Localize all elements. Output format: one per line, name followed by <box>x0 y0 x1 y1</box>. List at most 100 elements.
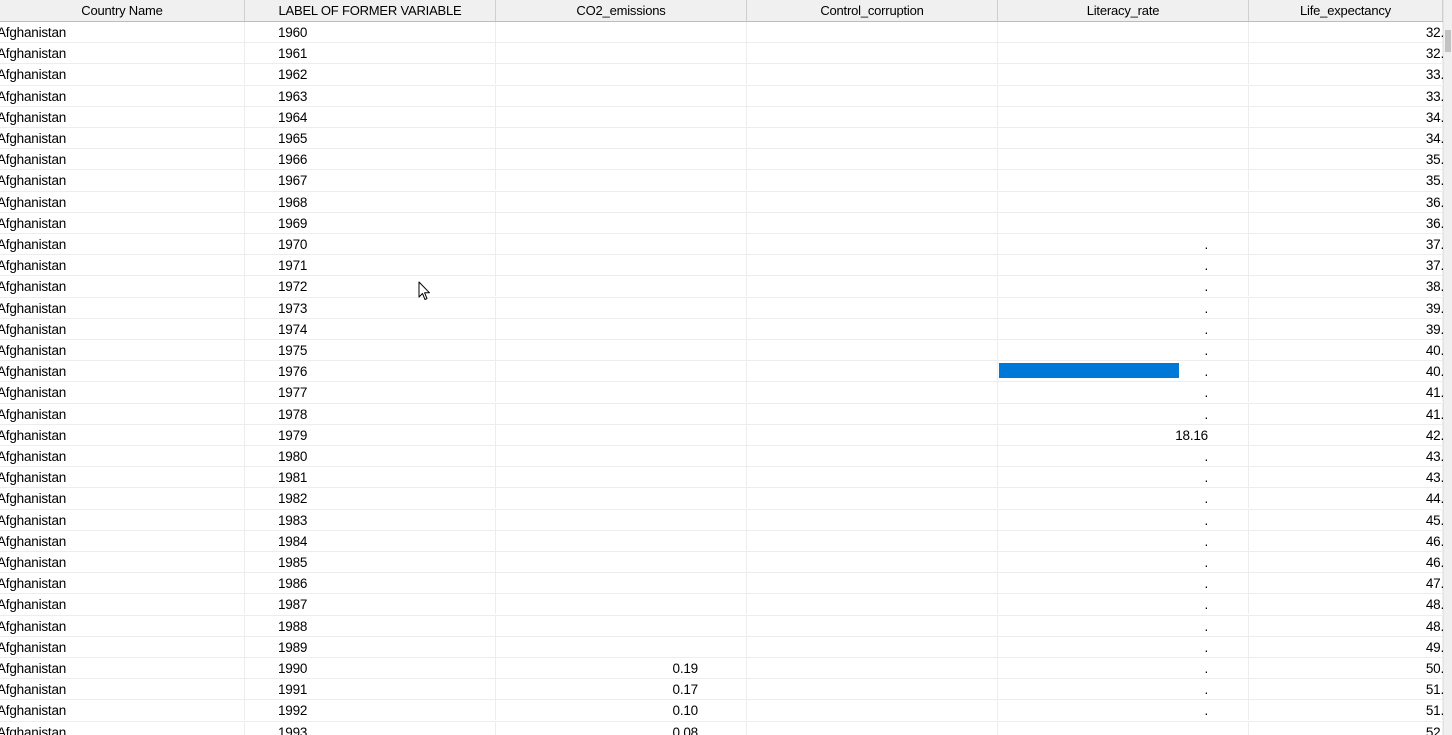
cell-country[interactable]: Afghanistan <box>0 361 245 382</box>
cell-country[interactable]: Afghanistan <box>0 700 245 721</box>
cell-corruption[interactable] <box>747 43 998 64</box>
table-row[interactable]: Afghanistan 1967 35. <box>0 170 1443 192</box>
cell-co2[interactable] <box>496 573 747 594</box>
cell-corruption[interactable] <box>747 340 998 360</box>
cell-country[interactable]: Afghanistan <box>0 297 245 318</box>
cell-corruption[interactable] <box>747 361 998 382</box>
cell-life[interactable]: 33. <box>1249 64 1443 85</box>
cell-co2[interactable]: 0.19 <box>496 658 747 678</box>
cell-year[interactable]: 1979 <box>245 424 496 445</box>
cell-life[interactable]: 46. <box>1249 530 1443 551</box>
cell-literacy[interactable]: . <box>998 679 1249 700</box>
cell-year[interactable]: 1984 <box>245 530 496 551</box>
cell-life[interactable]: 32. <box>1249 22 1443 42</box>
table-row[interactable]: Afghanistan 1973. 39. <box>0 297 1443 319</box>
cell-co2[interactable]: 0.08 <box>496 721 747 735</box>
table-row[interactable]: Afghanistan 1960 32. <box>0 22 1443 44</box>
cell-year[interactable]: 1978 <box>245 403 496 424</box>
cell-corruption[interactable] <box>747 276 998 297</box>
cell-corruption[interactable] <box>747 382 998 403</box>
cell-life[interactable]: 32. <box>1249 43 1443 64</box>
cell-year[interactable]: 1988 <box>245 615 496 636</box>
cell-co2[interactable]: 0.17 <box>496 679 747 700</box>
cell-year[interactable]: 1974 <box>245 318 496 339</box>
table-row[interactable]: Afghanistan 1962 33. <box>0 64 1443 86</box>
cell-corruption[interactable] <box>747 106 998 127</box>
table-row[interactable]: Afghanistan 1987. 48. <box>0 594 1443 616</box>
cell-life[interactable]: 50. <box>1249 658 1443 678</box>
cell-life[interactable]: 43. <box>1249 446 1443 466</box>
table-row[interactable]: Afghanistan 1980. 43. <box>0 446 1443 468</box>
cell-corruption[interactable] <box>747 509 998 530</box>
cell-country[interactable]: Afghanistan <box>0 615 245 636</box>
cell-year[interactable]: 1962 <box>245 64 496 85</box>
cell-co2[interactable] <box>496 615 747 636</box>
cell-country[interactable]: Afghanistan <box>0 276 245 297</box>
cell-year[interactable]: 1964 <box>245 106 496 127</box>
table-row[interactable]: Afghanistan 1976. 40. <box>0 361 1443 383</box>
table-row[interactable]: Afghanistan 1991 0.17. 51. <box>0 679 1443 701</box>
cell-corruption[interactable] <box>747 679 998 700</box>
cell-literacy[interactable] <box>998 22 1249 42</box>
cell-country[interactable]: Afghanistan <box>0 721 245 735</box>
cell-literacy[interactable]: . <box>998 318 1249 339</box>
cell-year[interactable]: 1963 <box>245 85 496 106</box>
cell-co2[interactable] <box>496 340 747 360</box>
cell-literacy[interactable]: . <box>998 594 1249 615</box>
cell-corruption[interactable] <box>747 403 998 424</box>
table-row[interactable]: Afghanistan 1979 18.16 42. <box>0 424 1443 446</box>
table-row[interactable]: Afghanistan 1965 34. <box>0 128 1443 150</box>
cell-year[interactable]: 1970 <box>245 234 496 254</box>
table-row[interactable]: Afghanistan 1963 33. <box>0 85 1443 107</box>
cell-literacy[interactable]: . <box>998 446 1249 466</box>
cell-corruption[interactable] <box>747 191 998 212</box>
cell-corruption[interactable] <box>747 615 998 636</box>
cell-country[interactable]: Afghanistan <box>0 446 245 466</box>
cell-life[interactable]: 35. <box>1249 170 1443 191</box>
cell-year[interactable]: 1993 <box>245 721 496 735</box>
cell-country[interactable]: Afghanistan <box>0 212 245 233</box>
cell-corruption[interactable] <box>747 573 998 594</box>
table-row[interactable]: Afghanistan 1972. 38. <box>0 276 1443 298</box>
cell-corruption[interactable] <box>747 318 998 339</box>
vertical-scrollbar[interactable] <box>1443 0 1452 735</box>
cell-country[interactable]: Afghanistan <box>0 170 245 191</box>
cell-year[interactable]: 1980 <box>245 446 496 466</box>
table-row[interactable]: Afghanistan 1966 35. <box>0 149 1443 171</box>
column-header-country-name[interactable]: Country Name <box>0 0 245 21</box>
cell-co2[interactable]: 0.10 <box>496 700 747 721</box>
cell-country[interactable]: Afghanistan <box>0 234 245 254</box>
cell-country[interactable]: Afghanistan <box>0 424 245 445</box>
cell-co2[interactable] <box>496 85 747 106</box>
cell-literacy[interactable] <box>998 170 1249 191</box>
cell-co2[interactable] <box>496 530 747 551</box>
cell-co2[interactable] <box>496 382 747 403</box>
cell-co2[interactable] <box>496 594 747 615</box>
cell-year[interactable]: 1968 <box>245 191 496 212</box>
cell-life[interactable]: 39. <box>1249 318 1443 339</box>
cell-literacy[interactable]: . <box>998 382 1249 403</box>
cell-corruption[interactable] <box>747 721 998 735</box>
selected-cell[interactable]: . <box>998 361 1249 382</box>
cell-country[interactable]: Afghanistan <box>0 340 245 360</box>
cell-co2[interactable] <box>496 424 747 445</box>
cell-corruption[interactable] <box>747 530 998 551</box>
cell-year[interactable]: 1977 <box>245 382 496 403</box>
cell-corruption[interactable] <box>747 700 998 721</box>
cell-corruption[interactable] <box>747 128 998 148</box>
cell-country[interactable]: Afghanistan <box>0 382 245 403</box>
cell-co2[interactable] <box>496 446 747 466</box>
cell-year[interactable]: 1967 <box>245 170 496 191</box>
cell-literacy[interactable]: . <box>998 234 1249 254</box>
cell-life[interactable]: 44. <box>1249 488 1443 509</box>
cell-corruption[interactable] <box>747 149 998 170</box>
cell-corruption[interactable] <box>747 255 998 276</box>
cell-literacy[interactable]: . <box>998 467 1249 488</box>
table-row[interactable]: Afghanistan 1971. 37. <box>0 255 1443 277</box>
cell-literacy[interactable]: . <box>998 297 1249 318</box>
cell-co2[interactable] <box>496 361 747 382</box>
cell-country[interactable]: Afghanistan <box>0 488 245 509</box>
cell-life[interactable]: 48. <box>1249 594 1443 615</box>
cell-literacy[interactable] <box>998 64 1249 85</box>
table-row[interactable]: Afghanistan 1984. 46. <box>0 530 1443 552</box>
